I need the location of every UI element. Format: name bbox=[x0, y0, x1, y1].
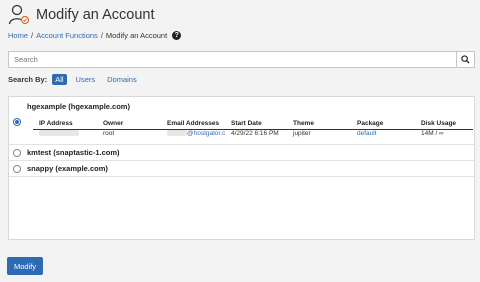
col-package: Package bbox=[357, 120, 384, 127]
cell-start-date: 4/29/22 6:16 PM bbox=[231, 130, 279, 137]
col-theme: Theme bbox=[293, 120, 314, 127]
col-disk-usage: Disk Usage bbox=[421, 120, 457, 127]
breadcrumb: Home / Account Functions / Modify an Acc… bbox=[8, 31, 182, 40]
search-input[interactable] bbox=[9, 52, 456, 67]
account-table-header: IP Address Owner Email Addresses Start D… bbox=[33, 120, 473, 130]
col-email: Email Addresses bbox=[167, 120, 220, 127]
account-list: hgexample (hgexample.com) IP Address Own… bbox=[8, 96, 475, 240]
search-bar bbox=[8, 51, 475, 68]
cell-theme: jupiter bbox=[293, 130, 311, 137]
breadcrumb-home[interactable]: Home bbox=[8, 31, 28, 40]
col-owner: Owner bbox=[103, 120, 124, 127]
search-by-filter: Search By: All Users Domains bbox=[8, 74, 146, 85]
cell-owner: root bbox=[103, 130, 115, 137]
account-title: snappy (example.com) bbox=[27, 164, 108, 173]
col-ip-address: IP Address bbox=[39, 120, 73, 127]
breadcrumb-separator: / bbox=[31, 31, 34, 40]
user-edit-icon bbox=[8, 4, 30, 25]
account-radio-hgexample[interactable] bbox=[13, 118, 21, 126]
account-radio-kmtest[interactable] bbox=[13, 149, 21, 157]
page-title: Modify an Account bbox=[36, 7, 155, 23]
account-row-snappy[interactable]: snappy (example.com) bbox=[9, 161, 474, 177]
cell-package[interactable]: default bbox=[357, 130, 377, 137]
filter-all[interactable]: All bbox=[52, 74, 67, 85]
filter-domains[interactable]: Domains bbox=[104, 74, 140, 85]
account-table-row: root @hostgator.c 4/29/22 6:16 PM jupite… bbox=[33, 130, 473, 139]
search-by-label: Search By: bbox=[8, 75, 48, 84]
breadcrumb-separator: / bbox=[100, 31, 103, 40]
filter-users[interactable]: Users bbox=[73, 74, 99, 85]
account-radio-snappy[interactable] bbox=[13, 165, 21, 173]
account-title: hgexample (hgexample.com) bbox=[27, 102, 130, 111]
help-icon[interactable]: ? bbox=[172, 31, 182, 40]
page-header: Modify an Account bbox=[8, 3, 155, 27]
search-button[interactable] bbox=[456, 52, 474, 67]
cell-disk-usage: 14M / ∞ bbox=[421, 130, 444, 137]
modify-button[interactable]: Modify bbox=[7, 257, 43, 275]
breadcrumb-account-functions[interactable]: Account Functions bbox=[36, 31, 98, 40]
cell-email[interactable]: @hostgator.c bbox=[167, 130, 225, 137]
account-row-kmtest[interactable]: kmtest (snaptastic-1.com) bbox=[9, 145, 474, 161]
col-start-date: Start Date bbox=[231, 120, 262, 127]
search-icon bbox=[461, 55, 470, 64]
cell-ip-address bbox=[39, 130, 79, 137]
account-title: kmtest (snaptastic-1.com) bbox=[27, 148, 120, 157]
account-row-hgexample[interactable]: hgexample (hgexample.com) IP Address Own… bbox=[9, 97, 474, 145]
breadcrumb-current: Modify an Account bbox=[105, 31, 168, 40]
